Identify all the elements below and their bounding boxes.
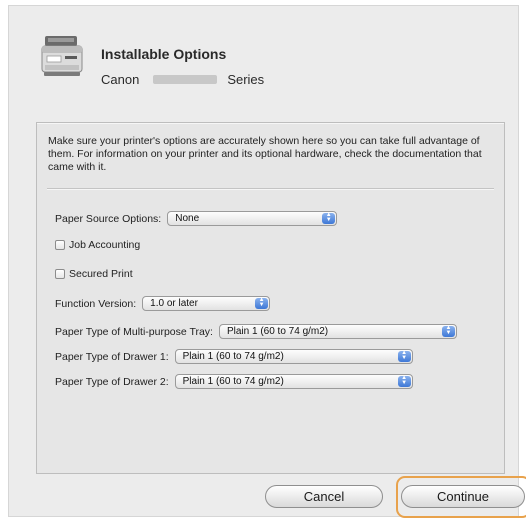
installable-options-sheet: Installable Options Canon Series Make su…: [8, 5, 526, 518]
function-version-label: Function Version:: [55, 297, 137, 310]
paper-source-select[interactable]: None ▲ ▼: [167, 211, 338, 226]
popup-arrows-icon: ▲ ▼: [397, 375, 411, 387]
cancel-button[interactable]: Cancel: [265, 485, 383, 508]
secured-print-row[interactable]: Secured Print: [55, 268, 133, 280]
function-version-row: Function Version: 1.0 or later ▲ ▼: [55, 296, 271, 311]
printer-model: Canon Series: [101, 72, 264, 87]
multi-purpose-tray-value: Plain 1 (60 to 74 g/m2): [226, 326, 329, 337]
drawer2-row: Paper Type of Drawer 2: Plain 1 (60 to 7…: [55, 374, 413, 389]
dialog-title: Installable Options: [101, 46, 227, 62]
continue-button[interactable]: Continue: [401, 485, 525, 508]
paper-source-row: Paper Source Options: None ▲ ▼: [55, 211, 338, 226]
multi-purpose-tray-select[interactable]: Plain 1 (60 to 74 g/m2) ▲ ▼: [218, 324, 457, 339]
job-accounting-checkbox[interactable]: [55, 240, 65, 250]
options-description: Make sure your printer's options are acc…: [48, 135, 482, 173]
drawer1-row: Paper Type of Drawer 1: Plain 1 (60 to 7…: [55, 349, 413, 364]
drawer1-label: Paper Type of Drawer 1:: [55, 350, 169, 363]
multi-purpose-tray-row: Paper Type of Multi-purpose Tray: Plain …: [55, 324, 457, 339]
drawer1-value: Plain 1 (60 to 74 g/m2): [182, 351, 284, 362]
printer-brand: Canon: [101, 72, 140, 87]
paper-source-value: None: [175, 213, 200, 224]
divider: [47, 188, 494, 190]
function-version-select[interactable]: 1.0 or later ▲ ▼: [142, 296, 271, 311]
paper-source-label: Paper Source Options:: [55, 212, 162, 225]
function-version-value: 1.0 or later: [150, 298, 198, 309]
drawer2-select[interactable]: Plain 1 (60 to 74 g/m2) ▲ ▼: [174, 374, 413, 389]
secured-print-checkbox[interactable]: [55, 269, 65, 279]
drawer1-select[interactable]: Plain 1 (60 to 74 g/m2) ▲ ▼: [174, 349, 413, 364]
printer-series: Series: [227, 72, 265, 87]
drawer2-label: Paper Type of Drawer 2:: [55, 375, 169, 388]
popup-arrows-icon: ▲ ▼: [322, 212, 336, 224]
options-panel: Make sure your printer's options are acc…: [36, 122, 505, 474]
job-accounting-label[interactable]: Job Accounting: [69, 239, 140, 251]
popup-arrows-icon: ▲ ▼: [397, 350, 411, 362]
popup-arrows-icon: ▲ ▼: [441, 325, 455, 337]
popup-arrows-icon: ▲ ▼: [255, 297, 269, 309]
printer-icon: [41, 36, 83, 76]
drawer2-value: Plain 1 (60 to 74 g/m2): [182, 376, 284, 387]
multi-purpose-tray-label: Paper Type of Multi-purpose Tray:: [55, 325, 213, 338]
redacted-model-number: [153, 75, 218, 84]
secured-print-label[interactable]: Secured Print: [69, 268, 133, 280]
job-accounting-row[interactable]: Job Accounting: [55, 239, 140, 251]
